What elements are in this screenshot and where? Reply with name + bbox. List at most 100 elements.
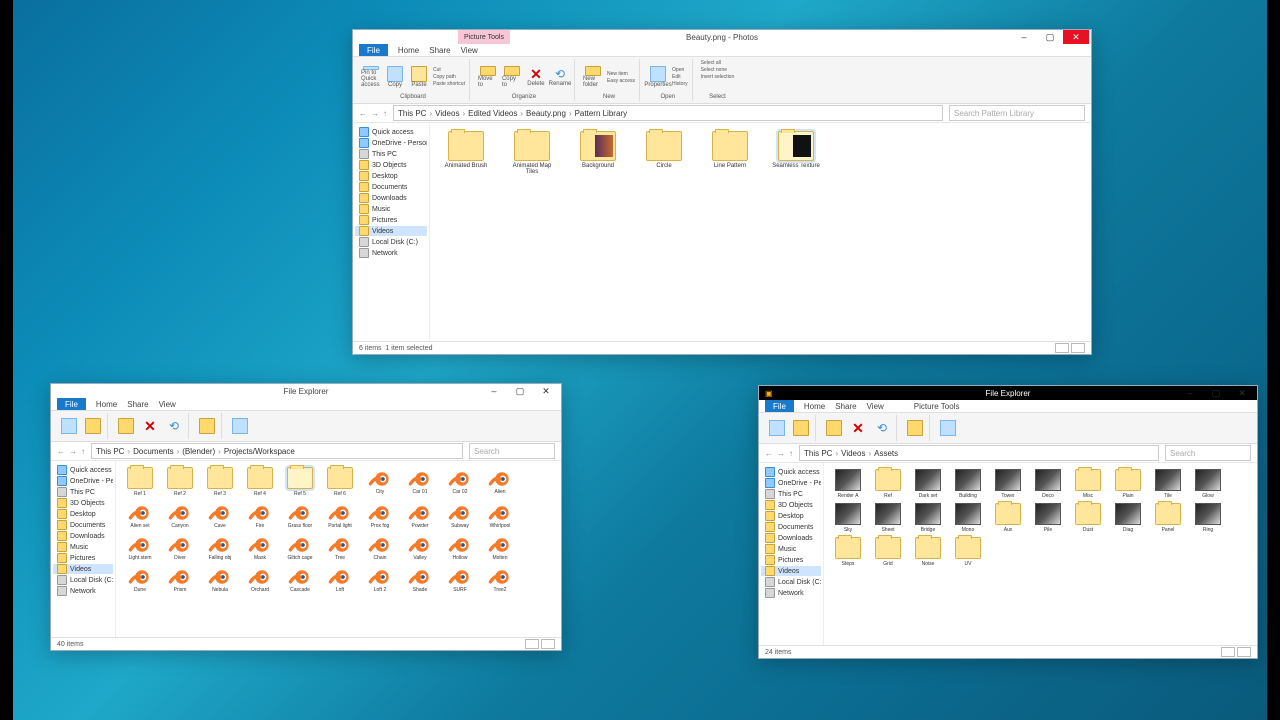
explorer-window-top[interactable]: Picture Tools Beauty.png - Photos – ▢ ✕ …: [352, 29, 1092, 355]
sidebar-item[interactable]: 3D Objects: [761, 500, 821, 510]
properties-button[interactable]: [230, 415, 250, 437]
file-list[interactable]: Animated BrushAnimated Map TilesBackgrou…: [430, 123, 1091, 341]
maximize-button[interactable]: ▢: [1203, 386, 1229, 400]
delete-button[interactable]: ✕Delete: [526, 66, 546, 88]
file-item[interactable]: Dark set: [912, 469, 944, 499]
file-item[interactable]: Orchard: [244, 565, 276, 593]
file-item[interactable]: Tile: [1152, 469, 1184, 499]
file-item[interactable]: Ref 5: [284, 467, 316, 497]
file-item[interactable]: Falling obj: [204, 533, 236, 561]
file-item[interactable]: SURF: [444, 565, 476, 593]
nav-back-button[interactable]: ←: [57, 447, 65, 456]
file-item[interactable]: Pile: [1032, 503, 1064, 533]
copy-button[interactable]: [59, 415, 79, 437]
file-item[interactable]: Powder: [404, 501, 436, 529]
icons-view-button[interactable]: [1071, 343, 1085, 353]
file-item[interactable]: Panel: [1152, 503, 1184, 533]
sidebar-item[interactable]: Desktop: [355, 171, 427, 181]
file-item[interactable]: Line Pattern: [706, 131, 754, 175]
nav-up-button[interactable]: ↑: [383, 109, 387, 118]
file-item[interactable]: Noise: [912, 537, 944, 567]
file-item[interactable]: Alien set: [124, 501, 156, 529]
details-view-button[interactable]: [525, 639, 539, 649]
nav-forward-button[interactable]: →: [371, 109, 379, 118]
file-item[interactable]: Car 02: [444, 467, 476, 497]
ribbon-tab-view[interactable]: View: [461, 44, 478, 56]
breadcrumb[interactable]: This PC›Videos›Assets: [799, 445, 1159, 461]
ribbon-tab-share[interactable]: Share: [835, 400, 856, 412]
breadcrumb[interactable]: This PC›Documents›(Blender)›Projects/Wor…: [91, 443, 463, 459]
file-item[interactable]: Chain: [364, 533, 396, 561]
sidebar-item[interactable]: Quick access: [761, 467, 821, 477]
file-item[interactable]: Hollow: [444, 533, 476, 561]
ribbon-contextual-tab[interactable]: Picture Tools: [914, 400, 960, 412]
history-button[interactable]: History: [672, 81, 688, 87]
titlebar[interactable]: Picture Tools Beauty.png - Photos – ▢ ✕: [353, 30, 1091, 44]
rename-button[interactable]: ⟲: [872, 417, 892, 439]
file-item[interactable]: Valley: [404, 533, 436, 561]
file-item[interactable]: Ref 2: [164, 467, 196, 497]
file-item[interactable]: Subway: [444, 501, 476, 529]
delete-button[interactable]: ✕: [140, 415, 160, 437]
file-item[interactable]: Loft 2: [364, 565, 396, 593]
sidebar-item[interactable]: Videos: [53, 564, 113, 574]
file-item[interactable]: Bridge: [912, 503, 944, 533]
select-none-button[interactable]: Select none: [701, 67, 727, 73]
sidebar-item[interactable]: Quick access: [53, 465, 113, 475]
file-item[interactable]: Car 01: [404, 467, 436, 497]
sidebar-item[interactable]: Local Disk (C:): [355, 237, 427, 247]
ribbon-tab-view[interactable]: View: [159, 398, 176, 410]
sidebar-item[interactable]: Pictures: [761, 555, 821, 565]
new-item-button[interactable]: New item: [607, 71, 635, 77]
sidebar-item[interactable]: 3D Objects: [355, 160, 427, 170]
file-item[interactable]: Tree2: [484, 565, 516, 593]
file-item[interactable]: Seamless Texture: [772, 131, 820, 175]
sidebar-item[interactable]: Videos: [355, 226, 427, 236]
file-item[interactable]: Aux: [992, 503, 1024, 533]
breadcrumb-segment[interactable]: This PC: [96, 447, 124, 456]
file-item[interactable]: Plain: [1112, 469, 1144, 499]
search-input[interactable]: Search: [1165, 445, 1251, 461]
file-item[interactable]: Tower: [992, 469, 1024, 499]
titlebar[interactable]: File Explorer – ▢ ✕: [51, 384, 561, 398]
move-to-button[interactable]: [116, 415, 136, 437]
file-item[interactable]: Sheet: [872, 503, 904, 533]
new-folder-button[interactable]: New folder: [583, 66, 603, 88]
edit-button[interactable]: Edit: [672, 74, 688, 80]
sidebar-item[interactable]: Downloads: [53, 531, 113, 541]
ribbon-tab-home[interactable]: Home: [96, 398, 117, 410]
paste-shortcut-button[interactable]: Paste shortcut: [433, 81, 465, 87]
details-view-button[interactable]: [1055, 343, 1069, 353]
sidebar-item[interactable]: OneDrive - Personal: [761, 478, 821, 488]
close-button[interactable]: ✕: [1063, 30, 1089, 44]
file-item[interactable]: Canyon: [164, 501, 196, 529]
file-item[interactable]: City: [364, 467, 396, 497]
file-list[interactable]: Render ARefDark setBuildingTowerDecoMisc…: [824, 463, 1257, 645]
file-item[interactable]: Ref 4: [244, 467, 276, 497]
cut-button[interactable]: Cut: [433, 67, 465, 73]
file-item[interactable]: Steps: [832, 537, 864, 567]
file-item[interactable]: Animated Map Tiles: [508, 131, 556, 175]
sidebar-item[interactable]: Network: [761, 588, 821, 598]
file-item[interactable]: Cascade: [284, 565, 316, 593]
ribbon-tab-share[interactable]: Share: [127, 398, 148, 410]
ribbon-tab-file[interactable]: File: [57, 398, 86, 410]
minimize-button[interactable]: –: [481, 384, 507, 398]
sidebar-item[interactable]: Desktop: [53, 509, 113, 519]
file-item[interactable]: Cave: [204, 501, 236, 529]
file-item[interactable]: Dust: [1072, 503, 1104, 533]
file-item[interactable]: Grid: [872, 537, 904, 567]
nav-forward-button[interactable]: →: [69, 447, 77, 456]
open-button[interactable]: Open: [672, 67, 688, 73]
file-item[interactable]: Whirlpool: [484, 501, 516, 529]
close-button[interactable]: ✕: [1229, 386, 1255, 400]
nav-back-button[interactable]: ←: [765, 449, 773, 458]
file-item[interactable]: UV: [952, 537, 984, 567]
ribbon-tab-home[interactable]: Home: [804, 400, 825, 412]
copy-to-button[interactable]: Copy to: [502, 66, 522, 88]
breadcrumb-segment[interactable]: This PC: [398, 109, 426, 118]
maximize-button[interactable]: ▢: [507, 384, 533, 398]
sidebar-item[interactable]: Network: [355, 248, 427, 258]
move-to-button[interactable]: Move to: [478, 66, 498, 88]
sidebar-item[interactable]: Desktop: [761, 511, 821, 521]
